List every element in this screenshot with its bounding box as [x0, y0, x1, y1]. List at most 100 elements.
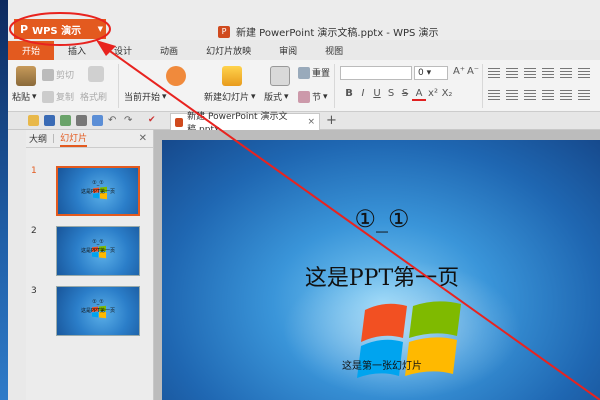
thumbnail-subtitle: 这是PPT第一页	[80, 189, 116, 195]
app-menu-label: WPS 演示	[32, 25, 82, 37]
format-painter-icon[interactable]	[88, 66, 104, 82]
font-name-box[interactable]	[340, 66, 412, 80]
tab-design[interactable]: 设计	[100, 41, 146, 60]
strikethrough-button[interactable]: S	[398, 88, 412, 99]
paste-label: 粘贴	[12, 93, 31, 103]
slide-thumbnail-row: 1 ①_① 这是PPT第一页	[26, 166, 154, 218]
copy-button[interactable]: 复制	[42, 90, 74, 103]
section-icon	[298, 90, 310, 103]
export-pdf-icon[interactable]	[60, 115, 71, 126]
slide-thumbnail-row: 2 ①_① 这是PPT第一页	[26, 226, 154, 278]
copy-icon	[42, 90, 54, 103]
layout-icon[interactable]	[270, 66, 290, 86]
windows-logo-icon	[357, 301, 461, 378]
play-icon[interactable]	[166, 66, 186, 86]
shrink-font-button[interactable]: A⁻	[466, 66, 480, 77]
decrease-indent-icon[interactable]	[524, 68, 536, 78]
text-direction-icon[interactable]	[578, 68, 590, 78]
section-button[interactable]: 节 ▾	[298, 90, 328, 103]
undo-icon[interactable]: ↶	[108, 115, 119, 126]
redo-icon[interactable]: ↷	[124, 115, 135, 126]
tab-slides[interactable]: 幻灯片	[60, 131, 88, 147]
divider: |	[52, 133, 56, 144]
thumbnail-title: ①_①	[92, 299, 104, 305]
quick-access-bar: ↶ ↷ ✔ 新建 PowerPoint 演示文稿.pptx × +	[8, 112, 600, 135]
new-tab-button[interactable]: +	[326, 113, 337, 128]
bold-button[interactable]: B	[342, 88, 356, 99]
align-center-icon[interactable]	[506, 90, 518, 100]
bullets-icon[interactable]	[488, 68, 500, 78]
slides-panel: 大纲 | 幻灯片 ✕ 1 ①_① 这是PPT第一页 2 ①_① 这是PPT第一页…	[26, 130, 154, 400]
slide-thumbnail[interactable]: ①_① 这是PPT第一页	[56, 286, 140, 336]
slide-thumbnail[interactable]: ①_① 这是PPT第一页	[56, 226, 140, 276]
font-color-button[interactable]: A	[412, 88, 426, 101]
ribbon-toolbar: 粘贴 ▾ 剪切 复制 格式刷 当前开始 ▾ 新建幻灯片 ▾ 版式 ▾ 重置 节 ▾	[8, 60, 600, 112]
tab-outline[interactable]: 大纲	[29, 132, 47, 145]
open-folder-icon[interactable]	[28, 115, 39, 126]
ribbon-tabs: 开始 插入 设计 动画 幻灯片放映 审阅 视图	[8, 40, 600, 60]
section-label: 节	[312, 93, 322, 103]
copy-label: 复制	[56, 93, 75, 103]
slide-number: 2	[31, 226, 37, 236]
wps-app-menu-button[interactable]: P WPS 演示 ▼	[14, 19, 106, 39]
italic-button[interactable]: I	[356, 88, 370, 99]
numbering-icon[interactable]	[506, 68, 518, 78]
slide-title[interactable]: ①_①	[162, 205, 600, 233]
columns-icon[interactable]	[578, 90, 590, 100]
slide-canvas[interactable]: ①_① 这是PPT第一页 这是第一张幻灯片	[162, 140, 600, 400]
presentation-file-icon	[175, 117, 184, 127]
format-painter-button[interactable]: 格式刷	[80, 90, 107, 103]
layout-button[interactable]: 版式 ▾	[264, 90, 289, 104]
save-icon[interactable]	[44, 115, 55, 126]
slide-note-text[interactable]: 这是第一张幻灯片	[162, 357, 600, 372]
distribute-icon[interactable]	[560, 90, 572, 100]
thumbnail-subtitle: 这是PPT第一页	[80, 248, 116, 254]
increase-indent-icon[interactable]	[542, 68, 554, 78]
start-from-current-button[interactable]: 当前开始 ▾	[124, 90, 167, 104]
close-icon[interactable]: ×	[307, 117, 315, 127]
divider	[482, 64, 483, 108]
panel-tabs: 大纲 | 幻灯片 ✕	[26, 130, 153, 148]
slide-editor-area: ①_① 这是PPT第一页 这是第一张幻灯片	[154, 130, 600, 400]
font-size-box[interactable]: 0 ▾	[414, 66, 448, 80]
line-spacing-icon[interactable]	[560, 68, 572, 78]
justify-icon[interactable]	[542, 90, 554, 100]
slide-subtitle[interactable]: 这是PPT第一页	[162, 260, 600, 292]
pin-icon[interactable]: ✔	[148, 115, 159, 126]
new-slide-button[interactable]: 新建幻灯片 ▾	[204, 90, 256, 104]
tab-review[interactable]: 审阅	[265, 41, 311, 60]
chevron-down-icon: ▾	[323, 91, 328, 102]
paste-icon[interactable]	[16, 66, 36, 86]
chevron-down-icon: ▼	[97, 25, 103, 33]
tab-animation[interactable]: 动画	[146, 41, 192, 60]
align-left-icon[interactable]	[488, 90, 500, 100]
close-icon[interactable]: ✕	[139, 133, 147, 144]
tab-slideshow[interactable]: 幻灯片放映	[192, 41, 265, 60]
cut-label: 剪切	[56, 71, 75, 81]
superscript-button[interactable]: x²	[426, 88, 440, 99]
divider	[118, 64, 119, 108]
new-slide-icon[interactable]	[222, 66, 242, 86]
print-preview-icon[interactable]	[92, 115, 103, 126]
align-right-icon[interactable]	[524, 90, 536, 100]
tab-insert[interactable]: 插入	[54, 41, 100, 60]
slide-number: 1	[31, 166, 37, 176]
tab-home[interactable]: 开始	[8, 41, 55, 60]
print-icon[interactable]	[76, 115, 87, 126]
grow-font-button[interactable]: A⁺	[452, 66, 466, 77]
slide-thumbnail[interactable]: ①_① 这是PPT第一页	[56, 166, 140, 216]
window-title-text: 新建 PowerPoint 演示文稿.pptx - WPS 演示	[236, 28, 439, 39]
tab-view[interactable]: 视图	[311, 41, 357, 60]
font-size-value: 0	[418, 68, 424, 78]
document-tab[interactable]: 新建 PowerPoint 演示文稿.pptx ×	[170, 112, 320, 135]
reset-icon	[298, 66, 310, 79]
divider	[334, 64, 335, 108]
subscript-button[interactable]: X₂	[440, 88, 454, 99]
paste-button[interactable]: 粘贴 ▾	[12, 90, 37, 104]
underline-button[interactable]: U	[370, 88, 384, 99]
scissors-icon	[42, 68, 54, 81]
cut-button[interactable]: 剪切	[42, 68, 74, 81]
shadow-button[interactable]: S	[384, 88, 398, 99]
new-slide-label: 新建幻灯片	[204, 93, 250, 103]
reset-button[interactable]: 重置	[298, 66, 330, 79]
